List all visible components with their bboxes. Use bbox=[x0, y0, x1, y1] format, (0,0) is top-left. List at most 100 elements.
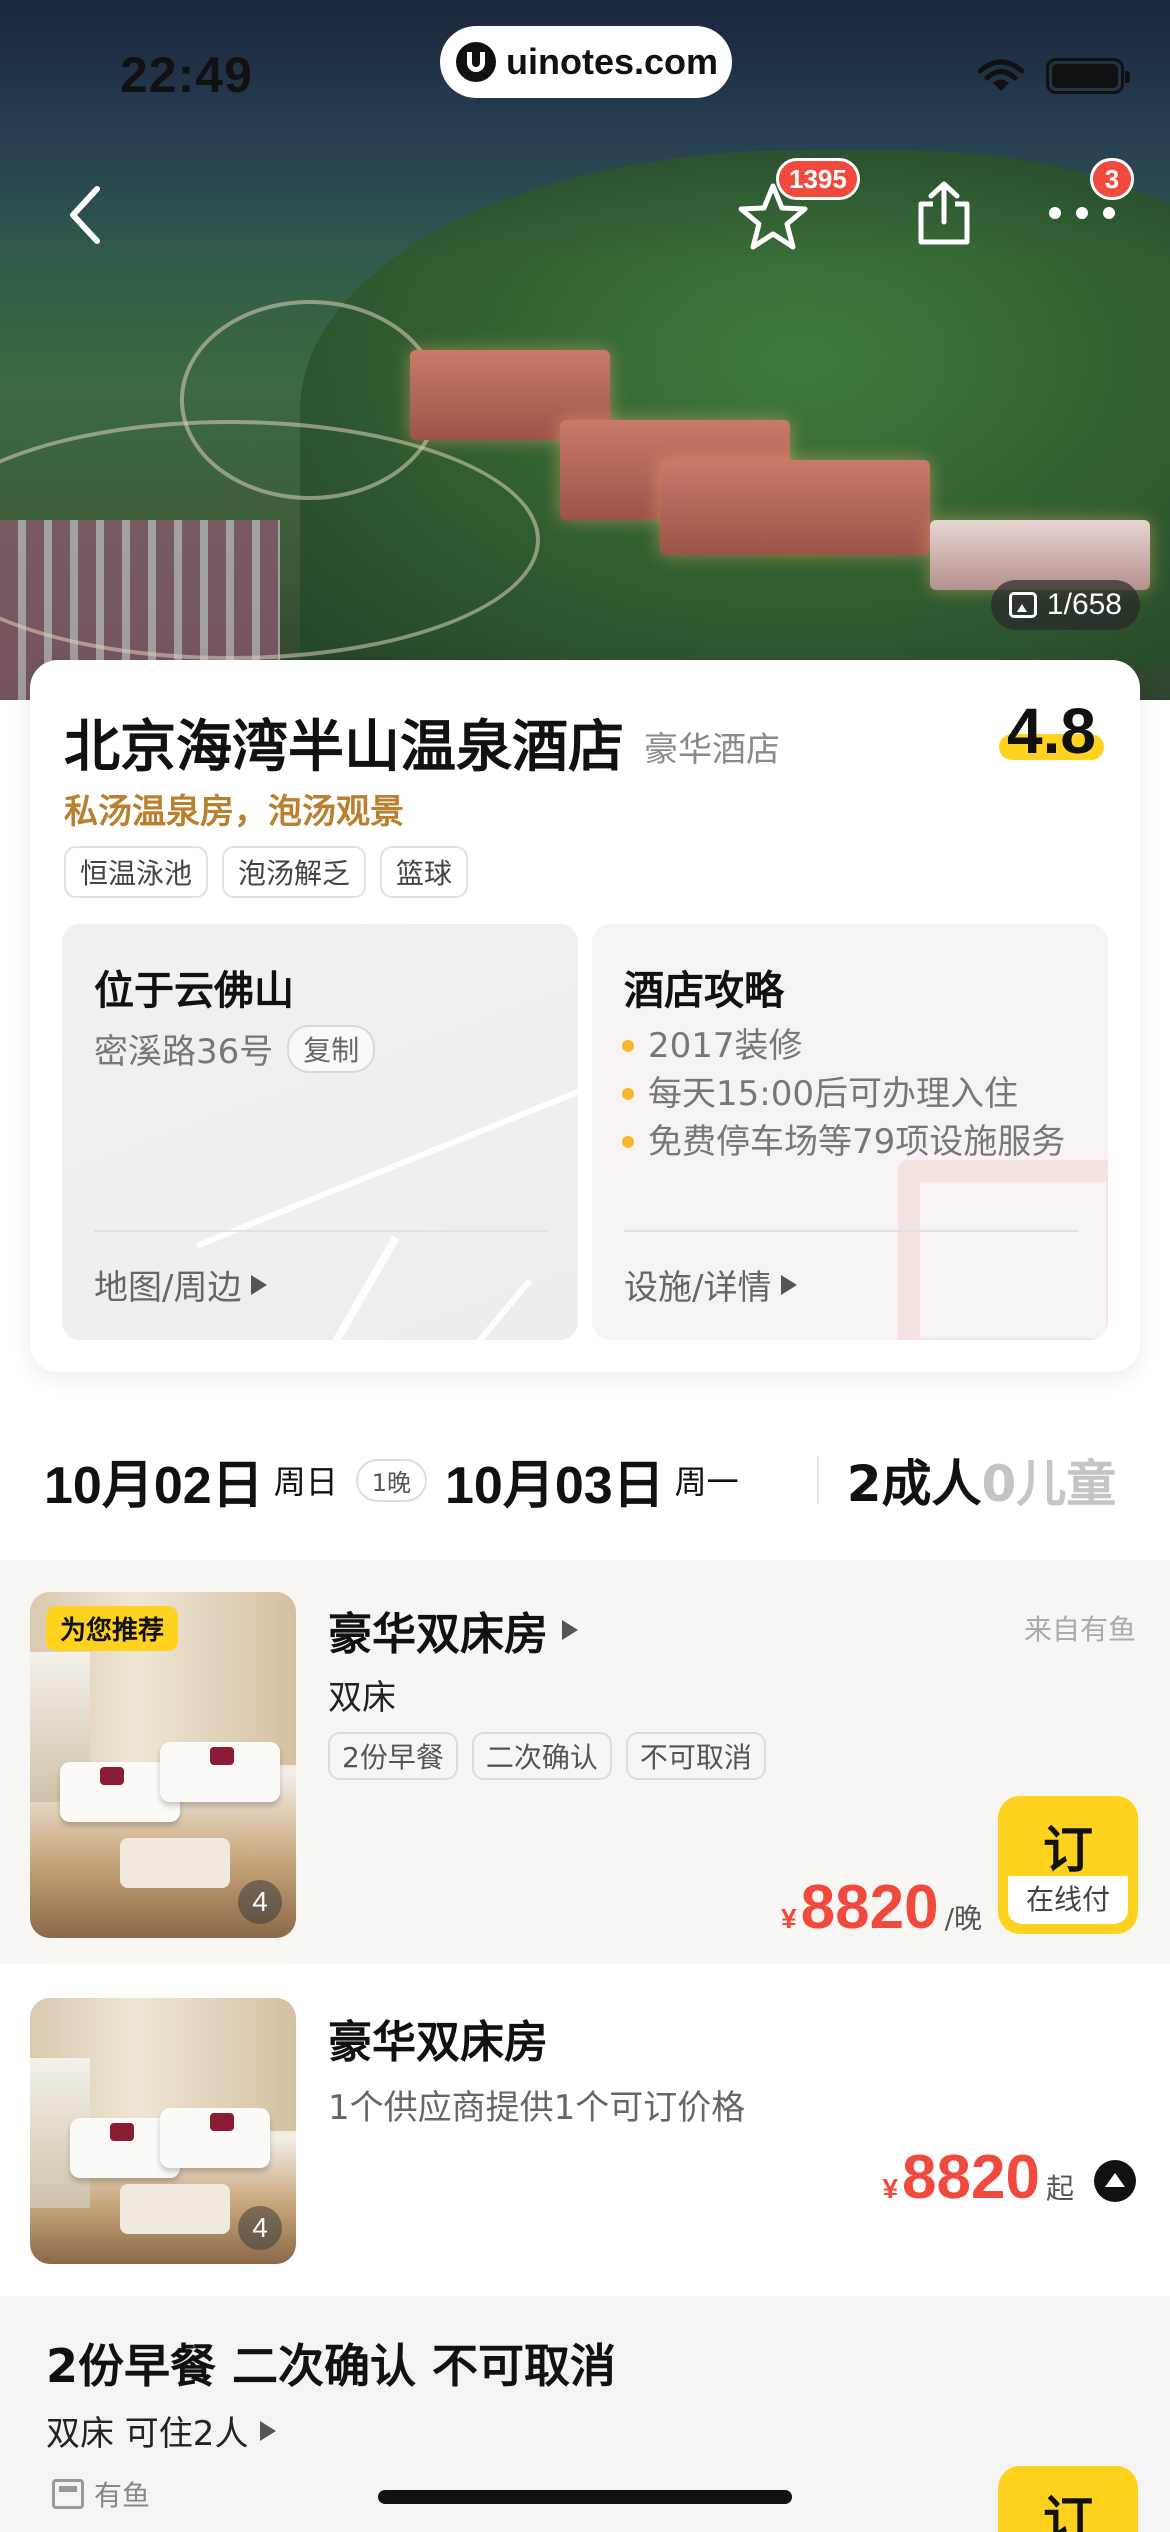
guide-title: 酒店攻略 bbox=[624, 968, 784, 1014]
guide-decoration bbox=[898, 1160, 1108, 1340]
divider bbox=[816, 1456, 819, 1504]
rating-value: 4.8 bbox=[1007, 695, 1096, 767]
facilities-link-label: 设施/详情 bbox=[624, 1268, 772, 1308]
map-link-label: 地图/周边 bbox=[94, 1268, 242, 1308]
book-button-sublabel: 在线付 bbox=[1008, 1876, 1128, 1924]
url-text: uinotes.com bbox=[506, 41, 719, 82]
currency-symbol: ¥ bbox=[882, 2173, 899, 2204]
map-road bbox=[292, 1235, 400, 1340]
room-tag: 2份早餐 bbox=[328, 1732, 458, 1780]
favorite-count-badge: 1395 bbox=[776, 158, 860, 200]
hotel-name: 北京海湾半山温泉酒店 bbox=[64, 715, 624, 780]
hotel-info-card: 北京海湾半山温泉酒店 豪华酒店 4.8 私汤温泉房，泡汤观景 恒温泳池 泡汤解乏… bbox=[30, 660, 1140, 1372]
back-icon[interactable] bbox=[60, 180, 110, 250]
hotel-tag: 篮球 bbox=[380, 846, 469, 898]
hotel-rating[interactable]: 4.8 bbox=[999, 694, 1104, 768]
adults-count[interactable]: 2成人 bbox=[847, 1444, 982, 1516]
price-unit: 起 bbox=[1045, 2172, 1074, 2205]
address-row: 密溪路36号 复制 bbox=[94, 1024, 376, 1073]
room-card[interactable]: 4 豪华双床房 1个供应商提供1个可订价格 ¥ 8820 起 bbox=[0, 1966, 1170, 2296]
photo-count: 4 bbox=[238, 1880, 282, 1924]
location-title: 位于云佛山 bbox=[94, 968, 294, 1014]
room-name-text: 豪华双床房 bbox=[328, 2017, 548, 2068]
copy-address-button[interactable]: 复制 bbox=[287, 1024, 376, 1073]
book-button[interactable]: 订 在线付 bbox=[998, 1796, 1138, 1934]
room-photo[interactable]: 为您推荐 4 bbox=[30, 1592, 296, 1938]
room-price: ¥ 8820 起 bbox=[882, 2142, 1074, 2213]
checkout-date[interactable]: 10月03日 bbox=[445, 1443, 665, 1518]
bed-type: 双床 bbox=[328, 1678, 396, 1718]
guide-bullets: 2017装修 每天15:00后可办理入住 免费停车场等79项设施服务 bbox=[622, 1022, 1082, 1166]
room-source: 来自有鱼 bbox=[1023, 1613, 1136, 1646]
more-badge: 3 bbox=[1090, 158, 1134, 200]
arrow-right-icon bbox=[260, 2420, 277, 2441]
offer-source-text: 有鱼 bbox=[94, 2479, 151, 2512]
map-road bbox=[437, 1278, 533, 1340]
supplier-info: 1个供应商提供1个可订价格 bbox=[328, 2088, 746, 2128]
guide-bullet-text: 每天15:00后可办理入住 bbox=[648, 1074, 1018, 1114]
price-amount: 8820 bbox=[902, 2143, 1040, 2212]
arrow-right-icon bbox=[781, 1274, 798, 1295]
hotel-tag: 恒温泳池 bbox=[64, 846, 209, 898]
offer-title: 2份早餐 二次确认 不可取消 bbox=[46, 2339, 617, 2393]
battery-icon bbox=[1046, 58, 1130, 94]
price-unit: /晚 bbox=[944, 1902, 982, 1935]
photo-icon bbox=[1008, 592, 1037, 618]
checkout-weekday: 周一 bbox=[674, 1463, 739, 1501]
children-count[interactable]: 0儿童 bbox=[981, 1444, 1116, 1516]
gallery-count[interactable]: 1/658 bbox=[990, 580, 1140, 630]
site-logo-icon bbox=[456, 42, 496, 82]
date-guest-bar[interactable]: 10月02日 周日 1晚 10月03日 周一 2成人 0儿童 bbox=[0, 1400, 1170, 1560]
resort-building bbox=[660, 460, 930, 555]
map-road bbox=[196, 1085, 578, 1249]
room-tags: 2份早餐 二次确认 不可取消 bbox=[328, 1732, 766, 1780]
room-price: ¥ 8820 /晚 bbox=[781, 1872, 982, 1943]
arrow-right-icon bbox=[251, 1274, 268, 1295]
room-name[interactable]: 豪华双床房 bbox=[328, 2006, 548, 2070]
divider bbox=[624, 1230, 1078, 1232]
hotel-type: 豪华酒店 bbox=[644, 730, 780, 770]
room-name[interactable]: 豪华双床房 bbox=[328, 1598, 578, 1662]
collapse-toggle-icon[interactable] bbox=[1094, 2160, 1136, 2202]
status-indicators bbox=[978, 58, 1130, 94]
map-link[interactable]: 地图/周边 bbox=[94, 1260, 268, 1309]
recommended-badge: 为您推荐 bbox=[46, 1606, 179, 1651]
offer-source: 有鱼 bbox=[52, 2474, 150, 2514]
hotel-slogan: 私汤温泉房，泡汤观景 bbox=[64, 792, 404, 832]
road-curve bbox=[180, 300, 440, 500]
photo-count: 4 bbox=[238, 2206, 282, 2250]
gallery-count-text: 1/658 bbox=[1046, 588, 1122, 621]
store-icon bbox=[52, 2479, 84, 2509]
arrow-right-icon bbox=[562, 1620, 578, 1640]
hotel-guide-card[interactable]: 酒店攻略 2017装修 每天15:00后可办理入住 免费停车场等79项设施服务 … bbox=[592, 924, 1108, 1340]
guide-bullet-text: 免费停车场等79项设施服务 bbox=[648, 1122, 1066, 1162]
status-time: 22:49 bbox=[120, 47, 253, 103]
book-button[interactable]: 订 bbox=[998, 2466, 1138, 2532]
room-tag: 二次确认 bbox=[471, 1732, 612, 1780]
guide-bullet: 2017装修 bbox=[622, 1022, 1082, 1070]
offer-subtitle-text: 双床 可住2人 bbox=[46, 2414, 249, 2454]
facilities-link[interactable]: 设施/详情 bbox=[624, 1260, 798, 1309]
share-icon[interactable] bbox=[912, 176, 976, 250]
offer-subtitle[interactable]: 双床 可住2人 bbox=[46, 2406, 277, 2455]
hotel-tags: 恒温泳池 泡汤解乏 篮球 bbox=[64, 846, 469, 898]
wifi-icon bbox=[978, 59, 1024, 93]
guide-bullet: 免费停车场等79项设施服务 bbox=[622, 1118, 1082, 1166]
currency-symbol: ¥ bbox=[781, 1903, 797, 1934]
room-name-text: 豪华双床房 bbox=[328, 1609, 548, 1660]
url-bar[interactable]: uinotes.com bbox=[440, 26, 732, 98]
hotel-tag: 泡汤解乏 bbox=[222, 846, 367, 898]
location-card[interactable]: 位于云佛山 密溪路36号 复制 地图/周边 bbox=[62, 924, 578, 1340]
book-button-label: 订 bbox=[1043, 1821, 1093, 1879]
price-amount: 8820 bbox=[800, 1873, 939, 1942]
room-tag: 不可取消 bbox=[625, 1732, 766, 1780]
nights-badge: 1晚 bbox=[355, 1458, 427, 1502]
more-icon[interactable] bbox=[1046, 198, 1118, 228]
divider bbox=[94, 1230, 548, 1232]
checkin-date[interactable]: 10月02日 bbox=[44, 1443, 264, 1518]
room-card-recommended[interactable]: 为您推荐 4 豪华双床房 来自有鱼 双床 2份早餐 二次确认 不可取消 ¥ 88… bbox=[0, 1560, 1170, 1964]
checkin-weekday: 周日 bbox=[273, 1463, 338, 1501]
guide-bullet: 每天15:00后可办理入住 bbox=[622, 1070, 1082, 1118]
room-photo[interactable]: 4 bbox=[30, 1998, 296, 2264]
home-indicator[interactable] bbox=[378, 2490, 792, 2504]
